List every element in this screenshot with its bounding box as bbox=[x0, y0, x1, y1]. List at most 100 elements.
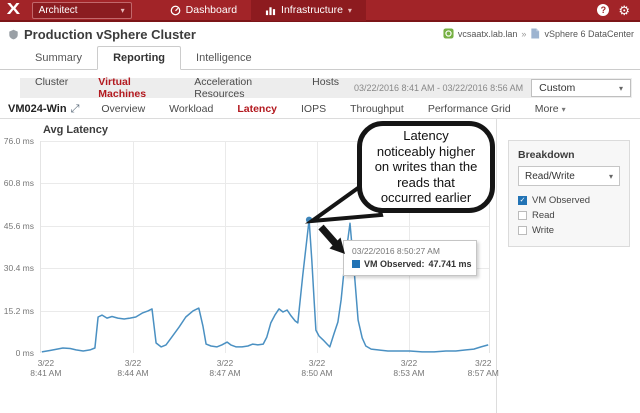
date-range-label: 03/22/2016 8:41 AM - 03/22/2016 8:56 AM bbox=[354, 83, 523, 93]
top-nav-items: Dashboard Infrastructure▾ bbox=[156, 0, 366, 21]
gear-icon[interactable]: ⚙ bbox=[618, 4, 630, 17]
legend-item-write[interactable]: Write bbox=[518, 224, 620, 237]
x-tick-time: 8:41 AM bbox=[18, 368, 74, 378]
datacenter-icon bbox=[530, 28, 540, 41]
chevron-down-icon: ▾ bbox=[619, 84, 623, 93]
breadcrumb: vcsaatx.lab.lan » vSphere 6 DataCenter bbox=[443, 28, 634, 41]
tab-intelligence[interactable]: Intelligence bbox=[181, 47, 267, 69]
checkbox-read[interactable] bbox=[518, 211, 527, 220]
vm-metric-tabs: OverviewWorkloadLatencyIOPSThroughputPer… bbox=[89, 103, 522, 115]
vm-name: VM024-Win bbox=[8, 103, 67, 115]
y-tick-label: 45.6 ms bbox=[0, 221, 34, 231]
chevron-down-icon: ▾ bbox=[609, 172, 613, 181]
entity-subnav-items: ClusterVirtual MachinesAcceleration Reso… bbox=[20, 76, 354, 100]
x-tick-label: 3/228:53 AM bbox=[381, 358, 437, 378]
bar-chart-icon bbox=[265, 5, 276, 16]
callout-text-line: reads that bbox=[362, 175, 490, 191]
chart-tooltip: 03/22/2016 8:50:27 AM VM Observed: 47.74… bbox=[343, 240, 477, 276]
callout-text-line: noticeably higher bbox=[362, 144, 490, 160]
chevron-down-icon: ▾ bbox=[348, 6, 352, 15]
subnav-item-hosts[interactable]: Hosts bbox=[297, 76, 354, 100]
chart-legend: ✓ VM Observed Read Write bbox=[518, 194, 620, 237]
x-tick-date: 3/22 bbox=[18, 358, 74, 368]
topbar-utilities: ? ⚙ bbox=[597, 4, 630, 17]
time-range-select[interactable]: Custom ▾ bbox=[531, 79, 631, 97]
tooltip-series-row: VM Observed: 47.741 ms bbox=[352, 259, 468, 269]
more-menu-label: More bbox=[535, 103, 559, 115]
vm-tab-overview[interactable]: Overview bbox=[89, 103, 157, 115]
vm-tab-performance-grid[interactable]: Performance Grid bbox=[416, 103, 523, 115]
breakdown-select-value: Read/Write bbox=[525, 171, 575, 182]
legend-item-label: Write bbox=[532, 225, 554, 236]
legend-item-label: Read bbox=[532, 210, 555, 221]
y-tick-label: 0 ms bbox=[0, 348, 34, 358]
checkbox-vm-observed[interactable]: ✓ bbox=[518, 196, 527, 205]
selected-data-point[interactable] bbox=[306, 217, 312, 223]
subnav-item-virtual-machines[interactable]: Virtual Machines bbox=[83, 76, 179, 100]
topnav-item-label: Dashboard bbox=[186, 4, 237, 16]
time-range-select-value: Custom bbox=[539, 82, 575, 94]
x-tick-time: 8:47 AM bbox=[197, 368, 253, 378]
legend-item-vm-observed[interactable]: ✓ VM Observed bbox=[518, 194, 620, 207]
cluster-icon bbox=[8, 29, 19, 40]
checkbox-write[interactable] bbox=[518, 226, 527, 235]
callout-text-line: Latency bbox=[362, 128, 490, 144]
x-tick-date: 3/22 bbox=[197, 358, 253, 368]
tooltip-series-name: VM Observed: bbox=[364, 259, 425, 269]
breadcrumb-vcenter[interactable]: vcsaatx.lab.lan bbox=[458, 29, 518, 39]
x-tick-date: 3/22 bbox=[381, 358, 437, 368]
breadcrumb-separator: » bbox=[521, 29, 526, 39]
x-tick-date: 3/22 bbox=[289, 358, 345, 368]
x-tick-time: 8:57 AM bbox=[455, 368, 511, 378]
vm-tab-iops[interactable]: IOPS bbox=[289, 103, 338, 115]
y-tick-label: 60.8 ms bbox=[0, 178, 34, 188]
legend-item-label: VM Observed bbox=[532, 195, 590, 206]
x-tick-date: 3/22 bbox=[455, 358, 511, 368]
series-color-swatch bbox=[352, 260, 360, 268]
more-menu[interactable]: More▾ bbox=[523, 103, 578, 115]
tab-reporting[interactable]: Reporting bbox=[97, 46, 181, 70]
chart-title: Avg Latency bbox=[43, 124, 108, 136]
x-tick-label: 3/228:47 AM bbox=[197, 358, 253, 378]
main-tabs: SummaryReportingIntelligence bbox=[0, 46, 640, 70]
tab-summary[interactable]: Summary bbox=[20, 47, 97, 69]
expand-icon[interactable]: ⤢ bbox=[71, 104, 80, 114]
breakdown-select[interactable]: Read/Write ▾ bbox=[518, 166, 620, 186]
tooltip-value: 47.741 ms bbox=[429, 259, 472, 269]
y-tick-label: 76.0 ms bbox=[0, 136, 34, 146]
x-tick-time: 8:53 AM bbox=[381, 368, 437, 378]
topnav-item-infrastructure[interactable]: Infrastructure▾ bbox=[251, 0, 366, 21]
subnav-item-acceleration-resources[interactable]: Acceleration Resources bbox=[179, 76, 297, 100]
x-tick-label: 3/228:50 AM bbox=[289, 358, 345, 378]
page-title: Production vSphere Cluster bbox=[24, 27, 196, 42]
callout-bubble: Latencynoticeably higheron writes than t… bbox=[357, 121, 495, 213]
y-tick-label: 15.2 ms bbox=[0, 306, 34, 316]
vm-tab-latency[interactable]: Latency bbox=[225, 103, 289, 115]
app-logo: X bbox=[7, 1, 19, 19]
app-window: { "icons": {"caret":"▾","separator":"»",… bbox=[0, 0, 640, 413]
entity-subnav: ClusterVirtual MachinesAcceleration Reso… bbox=[20, 78, 632, 98]
subnav-item-cluster[interactable]: Cluster bbox=[20, 76, 83, 100]
x-tick-time: 8:44 AM bbox=[105, 368, 161, 378]
top-nav-bar: X Architect ▾ Dashboard Infrastructure▾ ?… bbox=[0, 0, 640, 22]
help-icon[interactable]: ? bbox=[597, 4, 609, 16]
breakdown-panel: Breakdown Read/Write ▾ ✓VM ObservedReadW… bbox=[508, 140, 630, 247]
tooltip-timestamp: 03/22/2016 8:50:27 AM bbox=[352, 246, 468, 256]
check-icon: ✓ bbox=[520, 197, 526, 204]
breadcrumb-datacenter[interactable]: vSphere 6 DataCenter bbox=[544, 29, 634, 39]
topnav-item-dashboard[interactable]: Dashboard bbox=[156, 0, 251, 21]
chevron-down-icon: ▾ bbox=[562, 105, 566, 114]
page-header: Production vSphere Cluster vcsaatx.lab.l… bbox=[0, 22, 640, 46]
vm-metric-bar: VM024-Win ⤢ OverviewWorkloadLatencyIOPST… bbox=[0, 100, 640, 119]
chevron-down-icon: ▾ bbox=[121, 6, 125, 15]
legend-item-read[interactable]: Read bbox=[518, 209, 620, 222]
x-tick-date: 3/22 bbox=[105, 358, 161, 368]
workspace-select[interactable]: Architect ▾ bbox=[32, 2, 132, 19]
vm-tab-throughput[interactable]: Throughput bbox=[338, 103, 416, 115]
callout-text-line: on writes than the bbox=[362, 159, 490, 175]
x-tick-label: 3/228:44 AM bbox=[105, 358, 161, 378]
vcenter-icon bbox=[443, 28, 454, 41]
vm-tab-workload[interactable]: Workload bbox=[157, 103, 225, 115]
x-tick-label: 3/228:57 AM bbox=[455, 358, 511, 378]
workspace-select-value: Architect bbox=[39, 5, 78, 16]
